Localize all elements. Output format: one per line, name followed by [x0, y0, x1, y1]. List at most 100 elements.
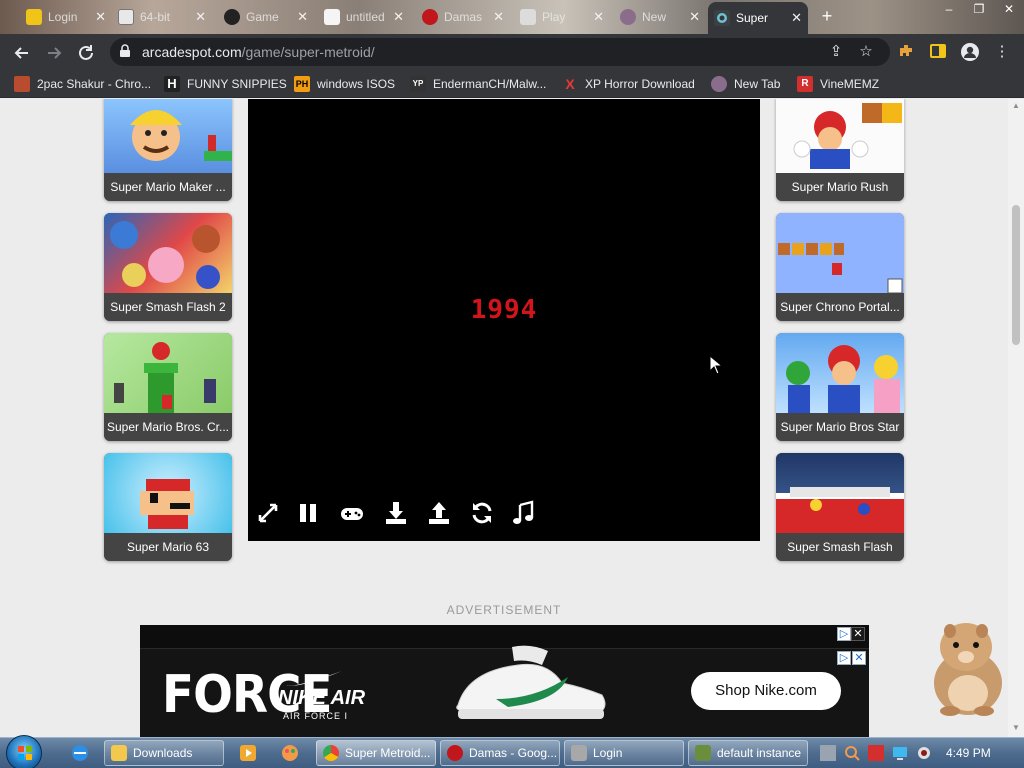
tray-app-icon[interactable]	[820, 745, 836, 761]
bookmark-favicon-icon	[14, 76, 30, 92]
tray-volume-icon[interactable]	[916, 745, 932, 761]
windows-logo-icon	[18, 746, 32, 760]
close-icon[interactable]: ✕	[593, 9, 604, 25]
sidebar-icon[interactable]	[928, 42, 948, 62]
bookmark-favicon-icon: YP	[410, 76, 426, 92]
adchoices-icon[interactable]: ▷	[837, 627, 851, 641]
bookmark-favicon-icon	[711, 76, 727, 92]
nike-swoosh-icon	[286, 671, 342, 686]
paint-icon[interactable]	[276, 741, 304, 765]
chrome-favicon-icon	[26, 9, 42, 25]
address-bar[interactable]: arcadespot.com/game/super-metroid/ ⇪ ☆	[110, 38, 890, 66]
profile-avatar-icon[interactable]	[960, 42, 980, 62]
ad-close-icon[interactable]: ✕	[852, 651, 866, 665]
adchoices-icon[interactable]: ▷	[837, 651, 851, 665]
bookmark-2pac[interactable]: 2pac Shakur - Chro...	[14, 75, 151, 93]
pause-icon[interactable]	[294, 499, 322, 527]
taskbar-downloads[interactable]: Downloads	[104, 740, 224, 766]
game-card-super-chrono-portal[interactable]: Super Chrono Portal...	[776, 213, 904, 321]
star-icon[interactable]: ☆	[856, 42, 876, 62]
start-button[interactable]	[6, 735, 42, 768]
bookmark-windows-isos[interactable]: PH windows ISOS	[294, 75, 395, 93]
taskbar-default-instance[interactable]: default instance	[688, 740, 808, 766]
music-icon[interactable]	[510, 499, 538, 527]
nike-ad-banner[interactable]: FORCE NIKE AIR AIR FORCE I Shop Nike.com…	[140, 625, 869, 737]
reload-button[interactable]	[74, 41, 98, 65]
tray-flag-icon[interactable]	[868, 745, 884, 761]
tab-play[interactable]: Play ✕	[514, 3, 610, 31]
taskbar-damas[interactable]: Damas - Goog...	[440, 740, 560, 766]
game-title: Super Mario 63	[104, 533, 232, 561]
game-card-super-smash-flash[interactable]: Super Smash Flash	[776, 453, 904, 561]
tab-64-bit[interactable]: 64-bit ✕	[112, 3, 212, 31]
tab-login[interactable]: Login ✕	[20, 3, 112, 31]
bookmark-funny-snippies[interactable]: H FUNNY SNIPPIES	[164, 75, 287, 93]
bookmark-vinememz[interactable]: R VineMEMZ	[797, 75, 879, 93]
game-thumbnail	[104, 453, 232, 533]
ad-close-icon[interactable]: ✕	[851, 627, 865, 641]
game-card-super-mario-maker[interactable]: Super Mario Maker ...	[104, 99, 232, 201]
game-title: Super Chrono Portal...	[776, 293, 904, 321]
game-card-super-mario-63[interactable]: Super Mario 63	[104, 453, 232, 561]
close-icon[interactable]: ✕	[95, 9, 106, 25]
back-button[interactable]	[10, 41, 34, 65]
url-text: arcadespot.com/game/super-metroid/	[142, 44, 375, 60]
game-card-super-mario-bros-crossover[interactable]: Super Mario Bros. Cr...	[104, 333, 232, 441]
game-card-super-smash-flash-2[interactable]: Super Smash Flash 2	[104, 213, 232, 321]
bookmark-label: 2pac Shakur - Chro...	[37, 77, 152, 91]
taskbar-super-metroid[interactable]: Super Metroid...	[316, 740, 436, 766]
tab-game[interactable]: Game ✕	[218, 3, 314, 31]
refresh-icon[interactable]	[468, 499, 496, 527]
close-icon[interactable]: ✕	[195, 9, 206, 25]
scroll-up-arrow-icon[interactable]: ▲	[1011, 101, 1021, 111]
bookmark-endermanch[interactable]: YP EndermanCH/Malw...	[410, 75, 546, 93]
close-icon[interactable]: ✕	[393, 9, 404, 25]
fullscreen-icon[interactable]	[254, 499, 282, 527]
minimize-button[interactable]: –	[934, 0, 964, 18]
game-thumbnail	[776, 453, 904, 533]
download-icon[interactable]	[382, 499, 410, 527]
tab-super-active[interactable]: Super ✕	[708, 2, 808, 34]
game-card-super-mario-bros-star[interactable]: Super Mario Bros Star	[776, 333, 904, 441]
tray-search-icon[interactable]	[844, 745, 860, 761]
shop-nike-button[interactable]: Shop Nike.com	[691, 672, 841, 710]
game-thumbnail	[776, 99, 904, 173]
maximize-button[interactable]: ❐	[964, 0, 994, 18]
scroll-down-arrow-icon[interactable]: ▼	[1011, 723, 1021, 733]
page-scrollbar[interactable]: ▲ ▼	[1008, 99, 1024, 737]
forward-button[interactable]	[42, 41, 66, 65]
browser-toolbar: arcadespot.com/game/super-metroid/ ⇪ ☆ ⋮	[0, 34, 1024, 70]
lock-icon	[120, 44, 130, 57]
bookmark-new-tab[interactable]: New Tab	[711, 75, 780, 93]
close-icon[interactable]: ✕	[689, 9, 700, 25]
extensions-icon[interactable]	[896, 42, 916, 62]
kebab-menu-icon[interactable]: ⋮	[992, 42, 1012, 62]
bookmark-xp-horror[interactable]: X XP Horror Download	[562, 75, 695, 93]
document-favicon-icon	[324, 9, 340, 25]
taskbar-clock[interactable]: 4:49 PM	[946, 746, 991, 760]
close-icon[interactable]: ✕	[297, 9, 308, 25]
gamepad-icon[interactable]	[338, 499, 366, 527]
media-player-icon[interactable]	[234, 741, 262, 765]
bookmark-label: FUNNY SNIPPIES	[187, 77, 287, 91]
advertisement-label: ADVERTISEMENT	[446, 603, 562, 617]
game-thumbnail	[104, 99, 232, 173]
globe-favicon-icon	[620, 9, 636, 25]
close-icon[interactable]: ✕	[791, 10, 802, 26]
game-card-super-mario-rush[interactable]: Super Mario Rush	[776, 99, 904, 201]
new-tab-button[interactable]: +	[816, 6, 838, 28]
close-window-button[interactable]: ✕	[994, 0, 1024, 18]
tab-untitled[interactable]: untitled ✕	[318, 3, 410, 31]
tray-monitor-icon[interactable]	[892, 745, 908, 761]
game-canvas[interactable]: 1994	[248, 99, 760, 541]
game-intro-text: 1994	[470, 295, 538, 325]
scrollbar-thumb[interactable]	[1012, 205, 1020, 345]
tab-damas[interactable]: Damas ✕	[416, 3, 510, 31]
taskbar-login[interactable]: Login	[564, 740, 684, 766]
tab-new[interactable]: New ✕	[614, 3, 706, 31]
game-title: Super Smash Flash 2	[104, 293, 232, 321]
upload-icon[interactable]	[425, 499, 453, 527]
share-icon[interactable]: ⇪	[826, 42, 846, 62]
ie-icon[interactable]	[66, 741, 94, 765]
close-icon[interactable]: ✕	[493, 9, 504, 25]
